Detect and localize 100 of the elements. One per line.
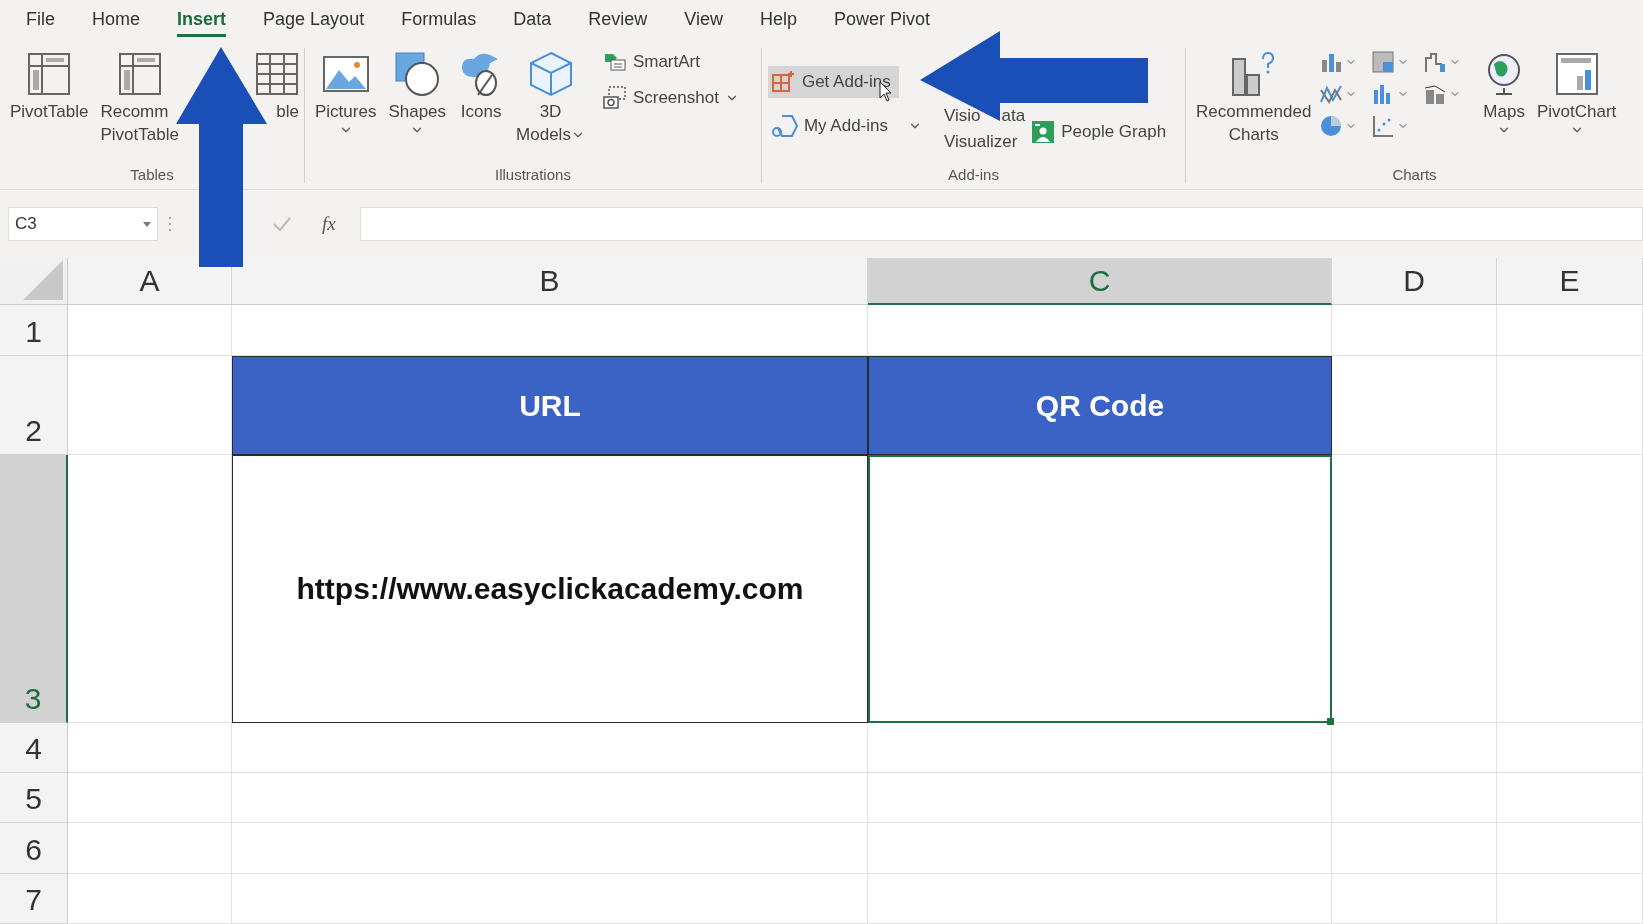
pivot-table-button[interactable]: PivotTable — [6, 48, 93, 123]
icons-button[interactable]: Icons — [454, 48, 509, 123]
formula-input[interactable] — [359, 207, 1643, 241]
chart-type-icon — [1319, 114, 1344, 138]
group-label: Add-ins — [947, 166, 1000, 183]
ribbon-tab[interactable]: Insert — [177, 3, 227, 37]
fill-handle[interactable] — [1327, 718, 1334, 725]
grid-cell[interactable] — [1332, 356, 1497, 455]
grid-cell[interactable] — [1332, 773, 1497, 823]
check-icon — [272, 216, 292, 232]
grid-cell[interactable] — [68, 723, 232, 773]
grid-cell[interactable] — [1332, 305, 1497, 356]
table-cell[interactable]: https://www.easyclickacademy.com — [232, 455, 868, 723]
shapes-button[interactable]: Shapes — [384, 48, 451, 137]
row-header[interactable]: 4 — [0, 723, 68, 773]
group-label: Illustrations — [494, 166, 572, 183]
grid-cell[interactable] — [1332, 874, 1497, 924]
ribbon-tab[interactable]: Power Pivot — [833, 3, 930, 37]
get-add-ins-button[interactable]: Get Add-ins — [767, 66, 899, 98]
grid-cell[interactable] — [1497, 356, 1643, 455]
grid-plus-icon — [771, 70, 796, 94]
grid-cell[interactable] — [68, 823, 232, 874]
grid-cell[interactable] — [1497, 455, 1643, 723]
chart-type-icon — [1423, 82, 1448, 106]
grid-cell[interactable] — [868, 823, 1332, 874]
table-header-cell: QR Code — [868, 356, 1332, 455]
ribbon-tab[interactable]: Review — [588, 3, 648, 37]
table-question-icon — [117, 52, 162, 96]
grid-cell[interactable] — [1497, 305, 1643, 356]
people-graph-button[interactable]: People Graph — [1031, 120, 1167, 144]
recommended-charts-button[interactable]: Recommended Charts — [1192, 48, 1316, 146]
grid-cell[interactable] — [232, 723, 868, 773]
insert-function-button[interactable]: fx — [322, 213, 336, 235]
name-box[interactable]: C3 — [8, 207, 158, 241]
chart-type-icon — [1371, 114, 1396, 138]
grid-cell[interactable] — [232, 773, 868, 823]
ribbon-tab[interactable]: Help — [759, 3, 797, 37]
caret-icon — [143, 221, 151, 227]
table-icon[interactable] — [254, 52, 299, 96]
ribbon-tab[interactable]: View — [684, 3, 723, 37]
grid-cell[interactable] — [1497, 874, 1643, 924]
grid-cell[interactable] — [868, 874, 1332, 924]
smartart-button[interactable]: SmartArt — [598, 48, 747, 76]
grid-cell[interactable] — [68, 874, 232, 924]
grid-cell[interactable] — [68, 773, 232, 823]
ribbon-tab[interactable]: File — [26, 3, 55, 37]
screenshot-button[interactable]: Screenshot — [598, 82, 747, 114]
ribbon-tab[interactable]: Formulas — [401, 3, 477, 37]
ribbon-tab[interactable]: Home — [92, 3, 141, 37]
smartart-icon — [602, 52, 627, 72]
row-header[interactable]: 6 — [0, 823, 68, 874]
grid-cell[interactable] — [232, 874, 868, 924]
column-header[interactable]: E — [1497, 258, 1643, 305]
camera-icon — [602, 86, 627, 110]
grid-cell[interactable] — [1497, 773, 1643, 823]
pictures-button[interactable]: Pictures — [311, 48, 381, 137]
recommended-pivot-tables-button[interactable]: Recomm PivotTable — [96, 48, 183, 146]
row-header[interactable]: 2 — [0, 356, 68, 455]
grid-cell[interactable] — [1497, 723, 1643, 773]
grid-cell[interactable] — [1332, 723, 1497, 773]
grid-cell[interactable] — [68, 305, 232, 356]
table-header-cell: URL — [232, 356, 868, 455]
grid-cell[interactable] — [232, 823, 868, 874]
grid-cell[interactable] — [868, 773, 1332, 823]
group-label: Charts — [1391, 166, 1438, 183]
url-text: https://www.easyclickacademy.com — [296, 572, 804, 606]
selected-cell[interactable] — [868, 455, 1332, 723]
select-all-button[interactable] — [0, 258, 68, 305]
table-label[interactable]: ble — [276, 100, 299, 123]
hexagon-icon — [771, 114, 798, 138]
visio-label-fragment: ata — [1001, 106, 1026, 126]
my-add-ins-button[interactable]: My Add-ins — [767, 110, 930, 142]
grip-icon — [168, 216, 172, 232]
column-header[interactable]: A — [68, 258, 232, 305]
row-header[interactable]: 3 — [0, 455, 68, 723]
chart-type-icon — [1371, 50, 1396, 74]
column-header[interactable]: B — [232, 258, 868, 305]
grid-cell[interactable] — [1332, 823, 1497, 874]
ribbon-tab[interactable]: Page Layout — [263, 3, 365, 37]
3d-models-button[interactable]: 3D Models — [512, 48, 589, 146]
visio-label-fragment: Visio — [944, 106, 981, 126]
pivot-chart-button[interactable]: PivotChart — [1532, 48, 1621, 137]
column-header[interactable]: C — [868, 258, 1332, 305]
row-header[interactable]: 1 — [0, 305, 68, 356]
picture-icon — [322, 56, 369, 92]
people-graph-icon — [1031, 120, 1056, 144]
grid-cell[interactable] — [868, 723, 1332, 773]
grid-cell[interactable] — [1332, 455, 1497, 723]
pivot-chart-icon — [1554, 52, 1599, 96]
row-header[interactable]: 5 — [0, 773, 68, 823]
grid-cell[interactable] — [1497, 823, 1643, 874]
cube-icon — [528, 51, 573, 97]
group-label: Tables — [129, 166, 175, 183]
visio-label-fragment: Visualizer — [944, 132, 1019, 152]
chart-type-icon — [1423, 50, 1448, 74]
maps-button[interactable]: Maps — [1479, 48, 1529, 137]
column-header[interactable]: D — [1332, 258, 1497, 305]
ribbon-tab[interactable]: Data — [513, 3, 552, 37]
pivot-table-icon — [27, 52, 72, 96]
row-header[interactable]: 7 — [0, 874, 68, 924]
